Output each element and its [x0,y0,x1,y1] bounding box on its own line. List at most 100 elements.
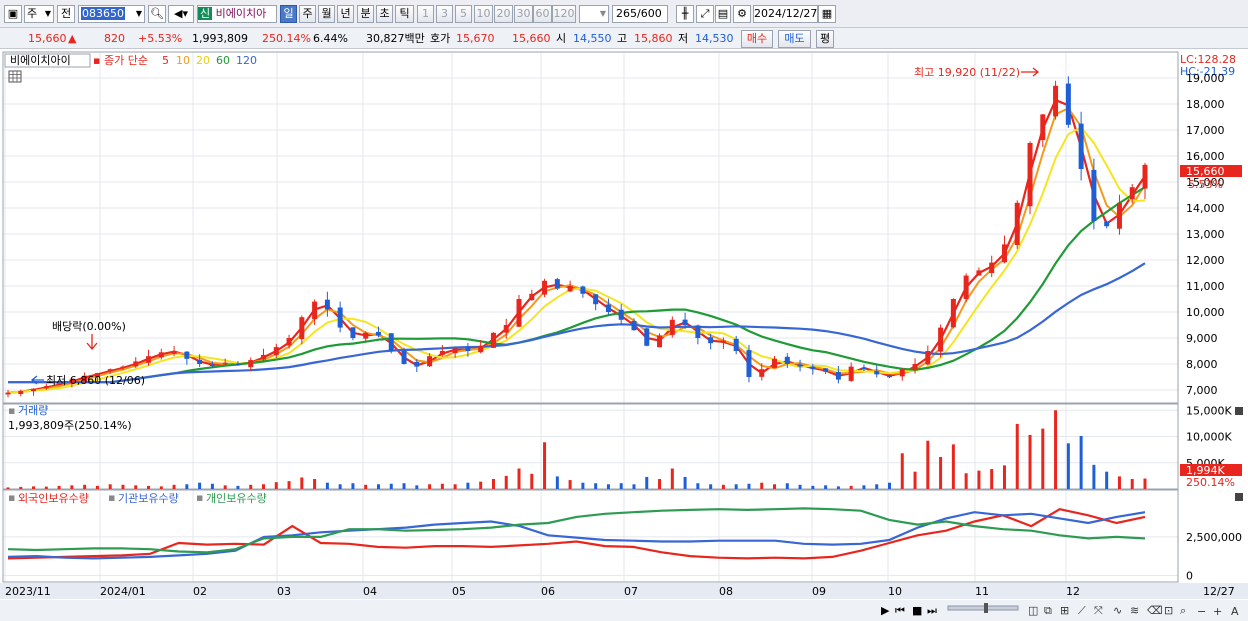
sell-button[interactable]: 매도 [778,30,811,48]
volume-bar [1015,423,1019,489]
play-icon[interactable]: ▶ [881,604,890,617]
scroll-handle[interactable] [984,603,988,613]
zigzag-tool-icon[interactable]: ≋ [1130,604,1139,617]
volume-panel-close-icon[interactable] [1235,407,1243,415]
x-axis-label: 09 [812,585,826,598]
interval-1-button[interactable]: 1 [417,5,434,23]
interval-20-button[interactable]: 20 [494,5,513,23]
chart-type-select[interactable]: 주 ▼ [24,5,54,23]
candle-body [848,366,854,381]
volume-bar [887,482,891,489]
interval-30-button[interactable]: 30 [514,5,533,23]
period-year-button[interactable]: 년 [337,5,354,23]
holding-panel-close-icon[interactable] [1235,493,1243,501]
buy-button[interactable]: 매수 [741,30,773,48]
volume-bar [223,485,227,489]
candle-body [273,347,279,356]
rewind-icon[interactable]: ⏮ [895,604,905,617]
candle-icon[interactable]: ╫ [676,5,694,23]
candle-body [1142,164,1148,189]
prev-button[interactable]: 전 [57,5,75,23]
volume-bar [824,485,828,489]
candle-body [184,351,190,359]
line-tool-icon[interactable]: ⤧ [1094,604,1103,617]
count-input[interactable]: 265/600 [612,5,668,23]
volume-current-pct-text: 250.14% [1186,476,1235,489]
legend-institution: 기관보유수량 [118,492,179,505]
select-tool-icon[interactable]: ⊡ [1164,604,1173,617]
volume-bar [338,484,342,489]
layout-icon[interactable]: ▣ [4,5,22,23]
scroll-track[interactable] [947,605,1019,611]
volume-bar [402,483,406,489]
interval-10-button[interactable]: 10 [474,5,493,23]
x-axis-label: 2023/11 [5,585,51,598]
period-day-label: 일 [283,7,294,20]
draw-tool-icon[interactable]: ⟋ [1078,604,1086,617]
volume-bar [568,480,572,489]
ma-label: 종가 단순 [104,54,148,67]
candle-body [146,356,152,363]
volume-bar [453,484,457,489]
font-size-icon[interactable]: A [1231,605,1239,618]
layout-split-icon[interactable]: ⊞ [1060,604,1069,617]
search-icon[interactable]: 🔍︎ [148,5,166,23]
chart-type-value: 주 [27,7,38,20]
volume-bar [262,484,266,489]
high-value: 15,860 [634,32,673,45]
candle-body [963,275,969,300]
period-second-button[interactable]: 초 [376,5,393,23]
save-icon[interactable]: ▤ [715,5,731,23]
ma-handle-icon: ▪ [93,54,100,67]
period-day-button[interactable]: 일 [280,5,297,23]
stock-chart[interactable]: 비에이치아이 ▪ 종가 단순 5 10 20 60 120 LC:128.28 … [0,50,1248,621]
stop-icon[interactable]: ■ [912,604,922,617]
interval-120-button[interactable]: 120 [552,5,576,23]
window-icon[interactable]: ⧉ [1044,604,1052,617]
volume-bar [645,476,649,489]
period-minute-button[interactable]: 분 [357,5,374,23]
period-tick-button[interactable]: 틱 [395,5,414,23]
interval-3-button[interactable]: 3 [436,5,453,23]
candle-body [503,325,509,333]
volume-bar [274,482,278,489]
candle-body [465,347,471,351]
volume-bar [440,483,444,489]
current-price-tag-text: 15,660 [1186,165,1225,178]
candle-body [1116,202,1122,229]
candle-body [235,363,241,366]
volume-bar [415,485,419,489]
zoom-box-icon[interactable]: ◫ [1028,604,1038,617]
candle-body [133,361,139,367]
gear-icon[interactable]: ⚙ [733,5,751,23]
interval-5-button[interactable]: 5 [455,5,472,23]
volume-bar [389,483,393,489]
chevron-down-icon: ▼ [599,9,606,18]
interval-60-button[interactable]: 60 [533,5,552,23]
calendar-icon[interactable]: ▦ [818,5,836,23]
speaker-icon[interactable]: ◀▾ [168,5,194,23]
ask-label: 호가 [430,32,451,45]
volume-bar [95,485,99,489]
candle-body [452,348,458,354]
zoom-in-icon[interactable]: + [1213,605,1222,618]
table-icon[interactable] [8,70,22,83]
period-month-button[interactable]: 월 [318,5,335,23]
volume-bar [83,484,87,489]
code-input[interactable]: 083650 ▼ [78,5,145,23]
x-axis-label: 02 [193,585,207,598]
zoom-out-icon[interactable]: − [1197,605,1206,618]
stock-name-field[interactable]: 신 비에이치아 [197,5,277,23]
wave-tool-icon[interactable]: ∿ [1113,604,1122,617]
volume-bar [1117,476,1121,489]
eval-button[interactable]: 평 [816,30,834,48]
period-week-button[interactable]: 주 [299,5,316,23]
draw-line-icon[interactable]: ⤢ [696,5,714,23]
interval-custom-select[interactable]: ▼ [579,5,609,23]
magnifier-icon[interactable]: ⌕ [1180,604,1186,617]
date-input[interactable]: 2024/12/27 [753,5,818,23]
period-minute-label: 분 [360,7,371,20]
fast-forward-icon[interactable]: ⏭ [927,604,937,617]
eraser-icon[interactable]: ⌫ [1147,604,1163,617]
volume-bar [351,483,355,489]
